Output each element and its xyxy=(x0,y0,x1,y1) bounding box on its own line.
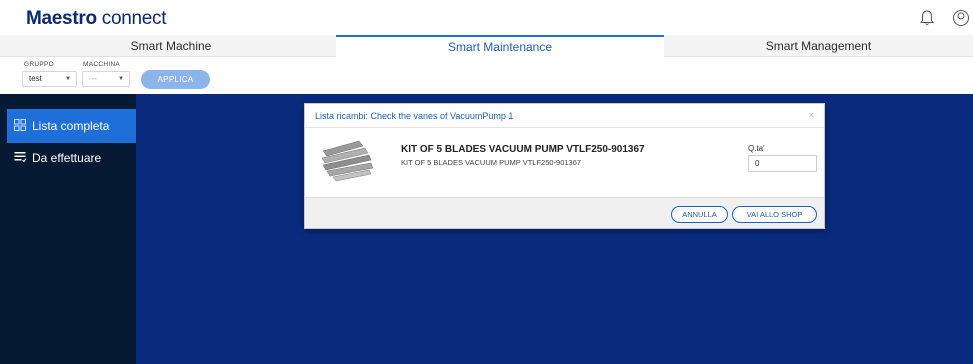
gruppo-label: GRUPPO xyxy=(24,61,54,68)
close-icon[interactable]: × xyxy=(809,110,814,120)
bell-icon[interactable] xyxy=(918,9,936,27)
tab-smart-machine[interactable]: Smart Machine xyxy=(6,35,336,57)
logo-bold: Maestro xyxy=(26,8,97,29)
sidebar-item-da-effettuare[interactable]: Da effettuare xyxy=(0,141,136,175)
modal-header: Lista ricambi: Check the vanes of Vacuum… xyxy=(305,104,824,128)
item-description: KIT OF 5 BLADES VACUUM PUMP VTLF250-9013… xyxy=(401,158,582,167)
sidebar-item-lista-completa[interactable]: Lista completa xyxy=(7,109,136,143)
cancel-button[interactable]: ANNULLA xyxy=(671,206,728,223)
apply-button[interactable]: APPLICA xyxy=(141,70,210,89)
app-header: Maestro connect xyxy=(0,0,973,35)
macchina-value: --- xyxy=(89,74,97,83)
list-icon xyxy=(14,152,26,163)
user-icon[interactable] xyxy=(952,9,970,27)
sidebar: Lista completa Da effettuare xyxy=(0,94,136,364)
filter-bar: GRUPPO test ▼ MACCHINA --- ▼ APPLICA xyxy=(0,57,973,91)
grid-icon xyxy=(14,119,26,131)
macchina-label: MACCHINA xyxy=(83,61,121,68)
logo-light: connect xyxy=(101,8,167,29)
gruppo-value: test xyxy=(29,74,42,83)
sidebar-item-label: Lista completa xyxy=(32,119,110,133)
spare-parts-modal: Lista ricambi: Check the vanes of Vacuum… xyxy=(304,103,825,229)
item-title: KIT OF 5 BLADES VACUUM PUMP VTLF250-9013… xyxy=(401,144,645,155)
app-logo: Maestro connect xyxy=(26,8,167,30)
tab-bar: Smart Machine Smart Maintenance Smart Ma… xyxy=(0,35,973,57)
go-to-shop-button[interactable]: VAI ALLO SHOP xyxy=(732,206,817,223)
sidebar-item-label: Da effettuare xyxy=(32,151,102,165)
blades-image xyxy=(321,140,374,182)
quantity-label: Q.ta' xyxy=(748,144,765,153)
chevron-down-icon: ▼ xyxy=(65,76,71,82)
macchina-select[interactable]: --- ▼ xyxy=(82,71,130,87)
gruppo-select[interactable]: test ▼ xyxy=(22,71,77,87)
tab-smart-management[interactable]: Smart Management xyxy=(664,35,973,57)
chevron-down-icon: ▼ xyxy=(118,76,124,82)
modal-title: Lista ricambi: Check the vanes of Vacuum… xyxy=(315,111,514,121)
tab-smart-maintenance[interactable]: Smart Maintenance xyxy=(336,35,664,57)
quantity-input[interactable]: 0 xyxy=(748,155,817,172)
modal-footer: ANNULLA VAI ALLO SHOP xyxy=(305,197,824,228)
modal-body: KIT OF 5 BLADES VACUUM PUMP VTLF250-9013… xyxy=(305,129,824,197)
